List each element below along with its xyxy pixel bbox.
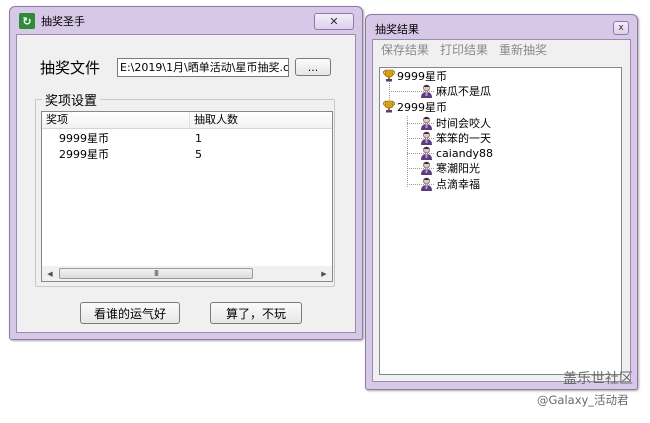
file-path-field[interactable]: E:\2019\1月\晒单活动\星币抽奖.c bbox=[117, 58, 289, 77]
close-icon: ✕ bbox=[329, 15, 339, 28]
scroll-thumb-grip: III bbox=[153, 269, 159, 278]
count-cell: 1 bbox=[195, 132, 202, 145]
prize-cell: 2999星币 bbox=[59, 148, 109, 161]
scroll-right-icon[interactable]: ▶ bbox=[316, 266, 332, 281]
trophy-icon bbox=[383, 69, 395, 82]
watermark-handle: @Galaxy_活动君 bbox=[537, 393, 629, 407]
quit-button-label: 算了，不玩 bbox=[225, 306, 286, 321]
result-close-button[interactable]: x bbox=[613, 21, 629, 35]
winner-avatar-icon bbox=[421, 131, 432, 145]
result-client-area: 保存结果 打印结果 重新抽奖 9999星币 麻瓜不是瓜 2999星币 时间会咬人… bbox=[372, 39, 631, 382]
file-path-value: E:\2019\1月\晒单活动\星币抽奖.c bbox=[120, 61, 289, 74]
tree-winner-node[interactable]: 点滴幸福 bbox=[436, 177, 480, 192]
column-count[interactable]: 抽取人数 bbox=[190, 112, 334, 129]
tree-prize-node[interactable]: 2999星币 bbox=[397, 100, 447, 115]
trophy-icon bbox=[383, 100, 395, 113]
winner-avatar-icon bbox=[421, 146, 432, 160]
column-prize[interactable]: 奖项 bbox=[42, 112, 190, 129]
main-title-bar[interactable]: ↻ 抽奖圣手 bbox=[10, 7, 362, 35]
tree-winner-node[interactable]: 笨笨的一天 bbox=[436, 131, 491, 146]
quit-button[interactable]: 算了，不玩 bbox=[210, 302, 302, 324]
tree-line bbox=[407, 116, 408, 187]
prize-list[interactable]: 奖项 抽取人数 9999星币 1 2999星币 5 ◀ III ▶ bbox=[41, 111, 333, 282]
file-label: 抽奖文件 bbox=[40, 59, 101, 77]
table-row[interactable]: 2999星币 5 bbox=[42, 147, 332, 163]
main-window-title: 抽奖圣手 bbox=[41, 15, 85, 28]
table-row[interactable]: 9999星币 1 bbox=[42, 131, 332, 147]
browse-button[interactable]: ... bbox=[295, 58, 331, 76]
print-result-menu[interactable]: 打印结果 bbox=[440, 40, 488, 60]
redraw-menu[interactable]: 重新抽奖 bbox=[499, 40, 547, 60]
winner-avatar-icon bbox=[421, 177, 432, 191]
draw-button-label: 看谁的运气好 bbox=[93, 306, 166, 321]
winner-avatar-icon bbox=[421, 116, 432, 130]
horizontal-scrollbar[interactable]: ◀ III ▶ bbox=[42, 266, 332, 281]
prize-list-header: 奖项 抽取人数 bbox=[42, 112, 332, 129]
winner-avatar-icon bbox=[421, 84, 432, 98]
result-window-title: 抽奖结果 bbox=[375, 23, 419, 36]
tree-winner-node[interactable]: caiandy88 bbox=[436, 146, 493, 161]
prize-settings-title: 奖项设置 bbox=[42, 90, 101, 109]
draw-button[interactable]: 看谁的运气好 bbox=[80, 302, 180, 324]
close-icon: x bbox=[618, 22, 624, 33]
main-close-button[interactable]: ✕ bbox=[314, 13, 354, 30]
winner-avatar-icon bbox=[421, 161, 432, 175]
scroll-thumb[interactable]: III bbox=[59, 268, 253, 279]
tree-winner-node[interactable]: 寒潮阳光 bbox=[436, 161, 480, 176]
main-window: ↻ 抽奖圣手 ✕ 抽奖文件 E:\2019\1月\晒单活动\星币抽奖.c ...… bbox=[9, 6, 363, 340]
result-tree[interactable]: 9999星币 麻瓜不是瓜 2999星币 时间会咬人 笨笨的一天 caiandy8… bbox=[379, 67, 622, 375]
app-logo-icon: ↻ bbox=[19, 13, 35, 29]
result-window: 抽奖结果 x 保存结果 打印结果 重新抽奖 9999星币 麻瓜不是瓜 2999星… bbox=[365, 14, 638, 390]
main-client-area: 抽奖文件 E:\2019\1月\晒单活动\星币抽奖.c ... 奖项设置 奖项 … bbox=[16, 34, 356, 333]
browse-label: ... bbox=[307, 60, 319, 74]
watermark-title: 盖乐世社区 bbox=[563, 371, 633, 387]
save-result-menu[interactable]: 保存结果 bbox=[381, 40, 429, 60]
tree-winner-node[interactable]: 麻瓜不是瓜 bbox=[436, 84, 491, 99]
prize-cell: 9999星币 bbox=[59, 132, 109, 145]
scroll-left-icon[interactable]: ◀ bbox=[42, 266, 58, 281]
count-cell: 5 bbox=[195, 148, 202, 161]
tree-prize-node[interactable]: 9999星币 bbox=[397, 69, 447, 84]
tree-winner-node[interactable]: 时间会咬人 bbox=[436, 116, 491, 131]
